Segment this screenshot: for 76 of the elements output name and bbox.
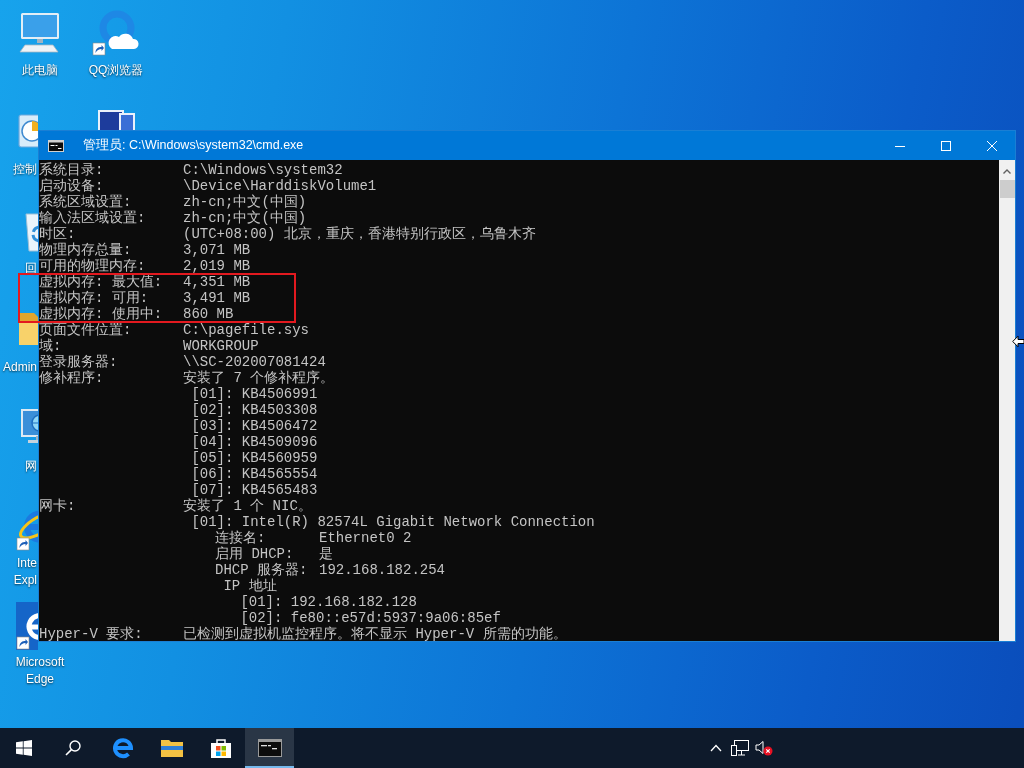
icon-label[interactable]: QQ浏览器 — [88, 62, 144, 79]
e-logo-icon[interactable] — [16, 602, 38, 650]
info-value: [04]: KB4509096 — [191, 434, 318, 450]
scrollbar-thumb[interactable] — [999, 180, 1015, 198]
muted-speaker-icon[interactable] — [755, 740, 773, 756]
info-value: \\SC-202007081424 — [183, 354, 326, 370]
info-value: (UTC+08:00) 北京，重庆，香港特别行政区，乌鲁木齐 — [183, 226, 536, 242]
info-value: 2,019 MB — [183, 258, 251, 274]
info-value: IP 地址 — [223, 578, 277, 594]
icon-label[interactable]: Microsoft Edge — [3, 654, 77, 688]
network-monitor-icon[interactable] — [731, 740, 749, 756]
info-value: 3,071 MB — [183, 242, 251, 258]
chevron-up-icon[interactable] — [710, 744, 722, 752]
info-value: [06]: KB4565554 — [191, 466, 318, 482]
info-value: \Device\HarddiskVolume1 — [183, 178, 377, 194]
info-label: 登录服务器: — [39, 354, 118, 370]
info-label: 网卡: — [39, 498, 76, 514]
icon-label[interactable]: 控制 — [13, 161, 37, 178]
info-value: 安装了 1 个 NIC。 — [183, 498, 312, 514]
info-value: 860 MB — [183, 306, 234, 322]
info-value: C:\Windows\system32 — [183, 162, 343, 178]
info-value: 3,491 MB — [183, 290, 251, 306]
info-label: 启动设备: — [39, 178, 104, 194]
info-value: [02]: KB4503308 — [191, 402, 318, 418]
info-label: 域: — [39, 338, 62, 354]
info-value: [02]: fe80::e57d:5937:9a06:85ef — [240, 610, 501, 626]
info-value: 已检测到虚拟机监控程序。将不显示 Hyper-V 所需的功能。 — [183, 626, 567, 641]
info-value: zh-cn;中文(中国) — [183, 210, 307, 226]
close-icon[interactable] — [987, 140, 997, 151]
info-value: Ethernet0 2 — [319, 530, 412, 546]
info-label: 物理内存总量: — [39, 242, 132, 258]
info-label: 输入法区域设置: — [39, 210, 146, 226]
info-label: 启用 DHCP: — [215, 546, 294, 562]
icon-label[interactable]: Admin — [3, 359, 37, 376]
icon-label[interactable]: 回 — [25, 260, 37, 277]
info-label: Hyper-V 要求: — [39, 626, 143, 641]
info-label: DHCP 服务器: — [215, 562, 308, 578]
icon-label[interactable]: Inte Expl — [13, 555, 37, 589]
terminal-icon[interactable] — [257, 739, 282, 757]
info-label: 可用的物理内存: — [39, 258, 146, 274]
info-value: [01]: 192.168.182.128 — [240, 594, 417, 610]
info-label: 页面文件位置: — [39, 322, 132, 338]
info-value: [01]: KB4506991 — [191, 386, 318, 402]
info-value: 192.168.182.254 — [319, 562, 446, 578]
search-icon[interactable] — [65, 740, 81, 756]
info-value: 安装了 7 个修补程序。 — [183, 370, 335, 386]
info-value: C:\pagefile.sys — [183, 322, 310, 338]
icon-label[interactable]: 网 — [25, 458, 37, 475]
windows-logo-icon[interactable] — [16, 740, 32, 756]
scroll-up-icon[interactable] — [1003, 169, 1011, 174]
icon-label[interactable]: 此电脑 — [22, 62, 58, 79]
info-label: 虚拟内存: 可用: — [39, 290, 149, 306]
info-value: [07]: KB4565483 — [191, 482, 318, 498]
info-value: [01]: Intel(R) 82574L Gigabit Network Connection — [191, 514, 595, 530]
maximize-icon[interactable] — [941, 140, 951, 151]
terminal-icon — [48, 139, 64, 152]
info-label: 虚拟内存: 最大值: — [39, 274, 163, 290]
info-label: 系统区域设置: — [39, 194, 132, 210]
info-label: 虚拟内存: 使用中: — [39, 306, 163, 322]
info-label: 系统目录: — [39, 162, 104, 178]
info-value: [03]: KB4506472 — [191, 418, 318, 434]
info-value: 4,351 MB — [183, 274, 251, 290]
info-label: 连接名: — [215, 530, 266, 546]
scrollbar[interactable] — [999, 160, 1015, 641]
info-label: 时区: — [39, 226, 76, 242]
info-value: zh-cn;中文(中国) — [183, 194, 307, 210]
info-value: [05]: KB4560959 — [191, 450, 318, 466]
taskbar-button[interactable] — [245, 728, 294, 768]
ring-cloud-icon[interactable] — [92, 8, 140, 56]
info-label: 修补程序: — [39, 370, 104, 386]
e-logo-icon[interactable] — [111, 737, 134, 759]
info-value: 是 — [319, 546, 333, 562]
shopping-bag-icon[interactable] — [209, 737, 232, 759]
window-title: 管理员: C:\Windows\system32\cmd.exe — [83, 137, 304, 154]
info-value: WORKGROUP — [183, 338, 259, 354]
folder-icon[interactable] — [159, 738, 184, 758]
